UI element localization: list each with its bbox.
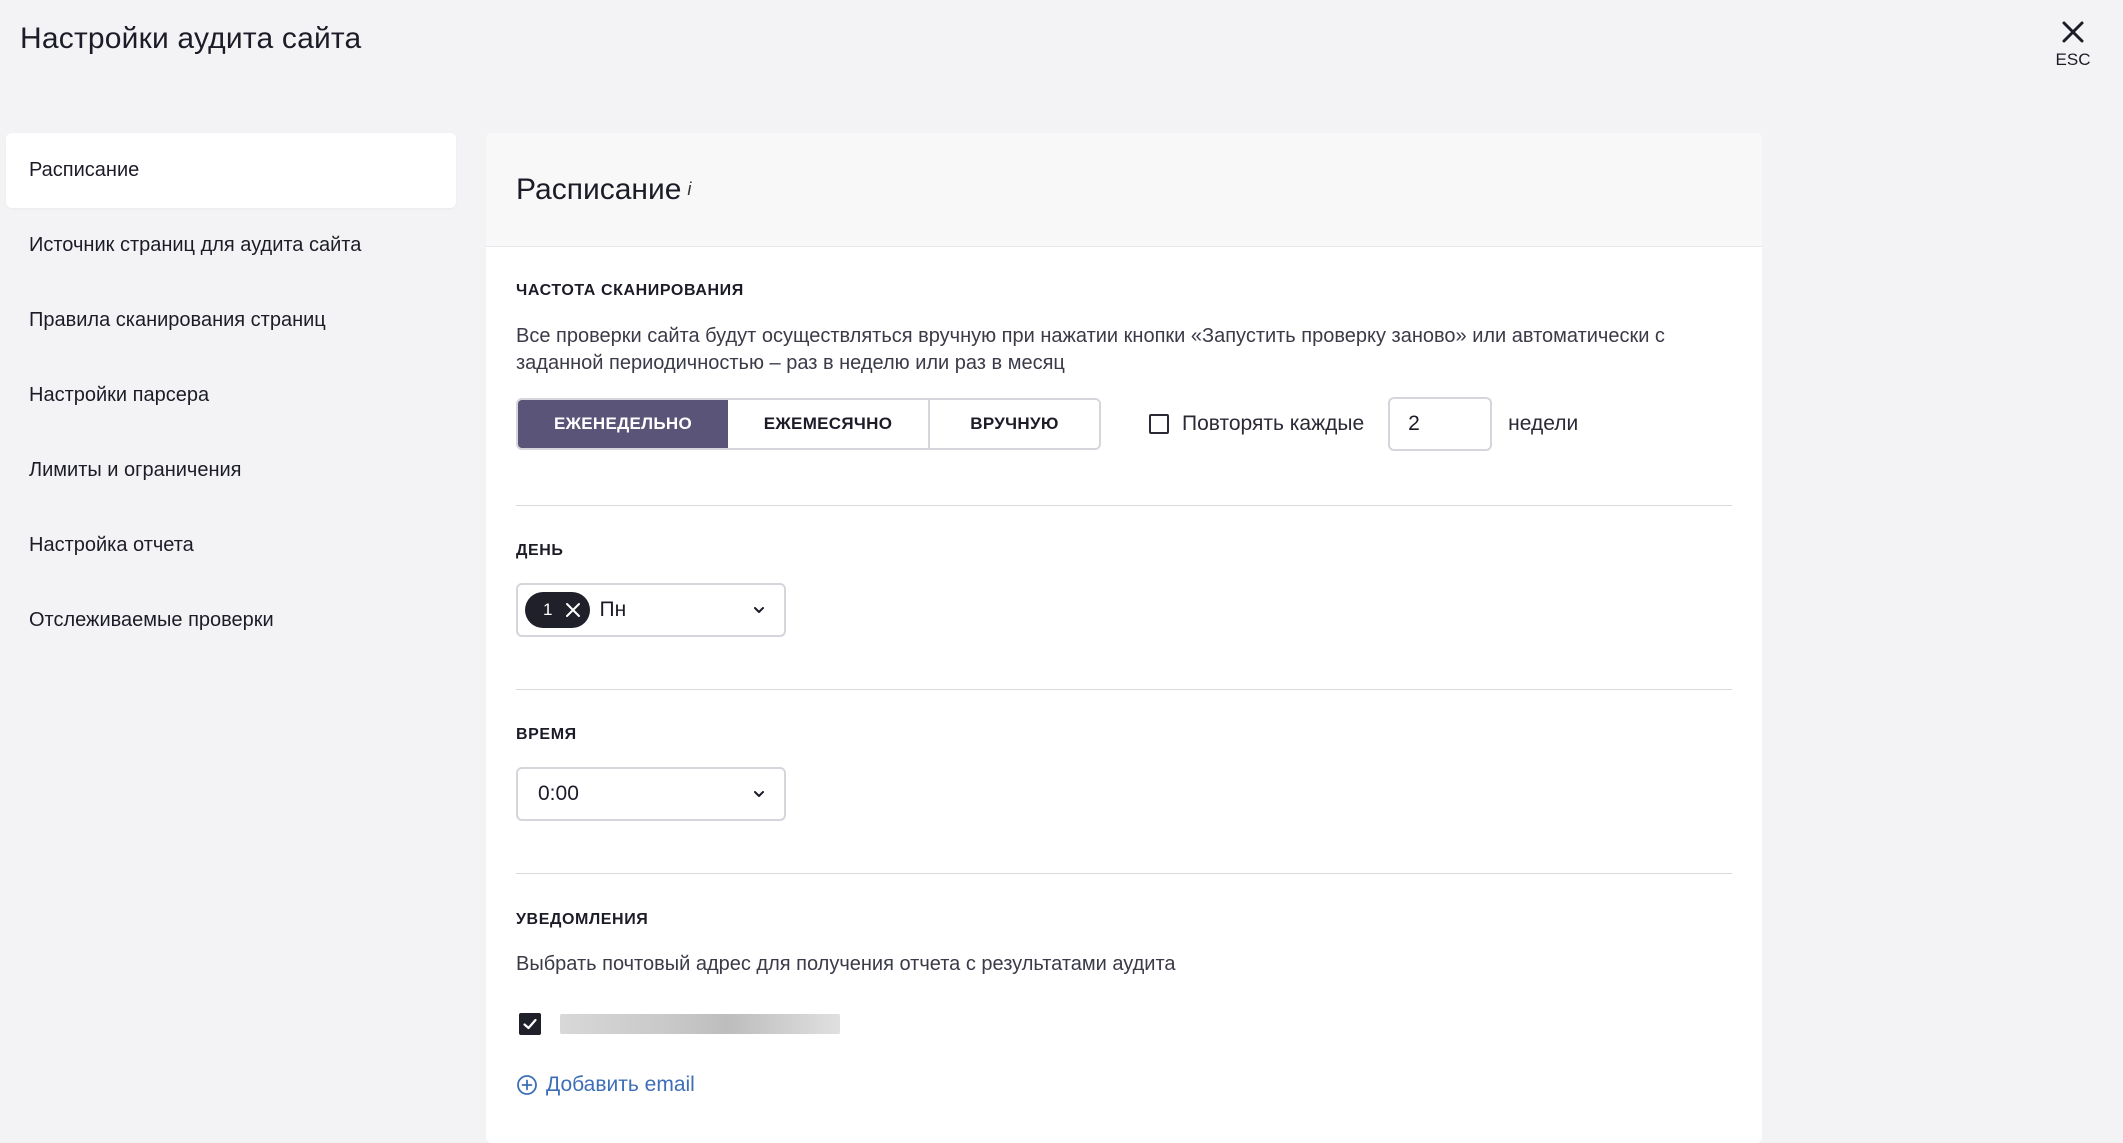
add-email-link[interactable]: Добавить email	[516, 1073, 1732, 1097]
notifications-description: Выбрать почтовый адрес для получения отч…	[516, 953, 1176, 975]
panel-title: Расписание	[516, 172, 682, 206]
time-value: 0:00	[538, 782, 579, 805]
schedule-panel: Расписание i ЧАСТОТА СКАНИРОВАНИЯ Все пр…	[486, 133, 1762, 1143]
close-button[interactable]: ESC	[2043, 18, 2103, 78]
clear-icon[interactable]	[564, 601, 582, 619]
add-email-label: Добавить email	[546, 1073, 695, 1096]
sidebar-item-report-settings[interactable]: Настройка отчета	[6, 508, 456, 583]
time-section: ВРЕМЯ 0:00	[486, 690, 1762, 873]
chevron-down-icon	[754, 607, 764, 613]
day-value: Пн	[599, 598, 627, 621]
page-title: Настройки аудита сайта	[20, 22, 362, 55]
sidebar-item-limits[interactable]: Лимиты и ограничения	[6, 433, 456, 508]
close-label: ESC	[2055, 50, 2091, 69]
weekly-option[interactable]: ЕЖЕНЕДЕЛЬНО	[518, 400, 728, 448]
email-row	[516, 1013, 1732, 1035]
manual-option[interactable]: ВРУЧНУЮ	[930, 400, 1099, 448]
sidebar-item-tracked-checks[interactable]: Отслеживаемые проверки	[6, 583, 456, 658]
panel-header: Расписание i	[486, 133, 1762, 247]
repeat-interval-input[interactable]: 2	[1388, 397, 1493, 451]
frequency-label: ЧАСТОТА СКАНИРОВАНИЯ	[516, 282, 744, 299]
sidebar-item-page-source[interactable]: Источник страниц для аудита сайта	[6, 208, 456, 283]
sidebar-item-scan-rules[interactable]: Правила сканирования страниц	[6, 283, 456, 358]
notifications-label: УВЕДОМЛЕНИЯ	[516, 911, 649, 928]
sidebar-item-parser-settings[interactable]: Настройки парсера	[6, 358, 456, 433]
repeat-checkbox[interactable]	[1149, 414, 1169, 434]
repeat-label: Повторять каждые	[1182, 412, 1365, 435]
chevron-down-icon	[754, 791, 764, 797]
frequency-description: Все проверки сайта будут осуществляться …	[516, 325, 1665, 374]
sidebar: Расписание Источник страниц для аудита с…	[6, 133, 456, 658]
day-section: ДЕНЬ 1 Пн	[486, 506, 1762, 689]
frequency-toggle: ЕЖЕНЕДЕЛЬНО ЕЖЕМЕСЯЧНО ВРУЧНУЮ	[516, 398, 1101, 450]
day-select[interactable]: 1 Пн	[516, 583, 786, 637]
chip-count: 1	[543, 600, 553, 619]
plus-circle-icon	[517, 1075, 537, 1095]
close-icon	[2062, 21, 2084, 43]
monthly-option[interactable]: ЕЖЕМЕСЯЧНО	[728, 400, 930, 448]
repeat-unit: недели	[1508, 412, 1579, 435]
time-label: ВРЕМЯ	[516, 726, 577, 743]
sidebar-item-schedule[interactable]: Расписание	[6, 133, 456, 208]
check-icon	[523, 1018, 537, 1030]
day-label: ДЕНЬ	[516, 542, 564, 559]
notifications-section: УВЕДОМЛЕНИЯ Выбрать почтовый адрес для п…	[486, 874, 1762, 1097]
selected-count-chip: 1	[525, 592, 591, 628]
redacted-email	[560, 1014, 840, 1034]
email-checkbox[interactable]	[519, 1013, 541, 1035]
frequency-section: ЧАСТОТА СКАНИРОВАНИЯ Все проверки сайта …	[486, 247, 1762, 505]
time-select[interactable]: 0:00	[516, 767, 786, 821]
info-icon[interactable]: i	[687, 179, 691, 200]
